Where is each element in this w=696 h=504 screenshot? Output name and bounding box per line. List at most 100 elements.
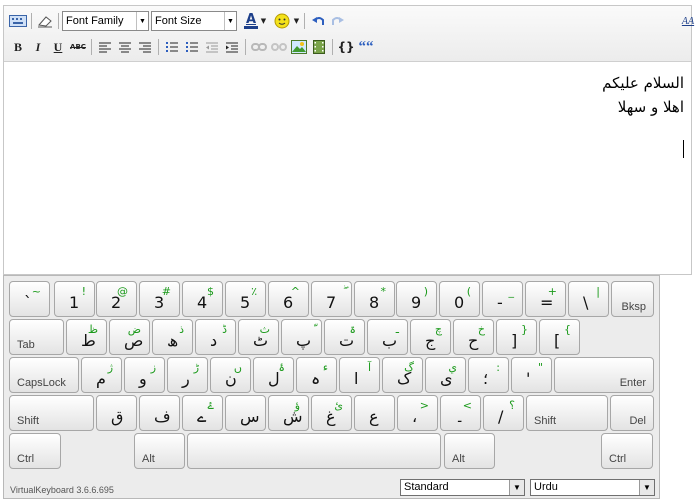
- key[interactable]: 3 #: [139, 281, 180, 317]
- key-shift[interactable]: Shift: [526, 395, 608, 431]
- film-icon[interactable]: [309, 37, 329, 57]
- key-shift-char: !: [81, 285, 86, 298]
- key[interactable]: / ؟: [483, 395, 524, 431]
- align-right-icon[interactable]: [135, 37, 155, 57]
- key[interactable]: ھذ: [152, 319, 193, 355]
- key[interactable]: - _: [482, 281, 523, 317]
- key-shift[interactable]: Shift: [9, 395, 94, 431]
- key[interactable]: لۂ: [253, 357, 294, 393]
- eraser-icon[interactable]: [35, 11, 55, 31]
- key[interactable]: ' ": [511, 357, 552, 393]
- key[interactable]: غئ: [311, 395, 352, 431]
- key-tab[interactable]: Tab: [9, 319, 64, 355]
- key[interactable]: کگ: [382, 357, 423, 393]
- key[interactable]: 5 ٪: [225, 281, 266, 317]
- align-center-icon[interactable]: [115, 37, 135, 57]
- key-enter[interactable]: Enter: [554, 357, 654, 393]
- key-del[interactable]: Del: [610, 395, 654, 431]
- key[interactable]: ٹث: [238, 319, 279, 355]
- key[interactable]: 7ۖ: [311, 281, 352, 317]
- font-family-select[interactable]: Font Family ▼: [62, 11, 149, 31]
- numbered-list-icon[interactable]: [182, 37, 202, 57]
- undo-icon[interactable]: [308, 11, 328, 31]
- key[interactable]: وز: [124, 357, 165, 393]
- bullet-list-icon[interactable]: [162, 37, 182, 57]
- layout-select[interactable]: Standard ▼: [400, 479, 525, 496]
- editor-content[interactable]: السلام عليكم اهلا و سهلا: [4, 63, 691, 274]
- key[interactable]: صض: [109, 319, 150, 355]
- key-capslock[interactable]: CapsLock: [9, 357, 79, 393]
- key[interactable]: 1!: [54, 281, 95, 317]
- image-icon[interactable]: [289, 37, 309, 57]
- italic-button[interactable]: I: [28, 37, 48, 57]
- key[interactable]: شؤ: [268, 395, 309, 431]
- key[interactable]: حخ: [453, 319, 494, 355]
- key[interactable]: [{: [539, 319, 580, 355]
- font-color-button[interactable]: A: [243, 11, 259, 31]
- font-scale-icon[interactable]: AA: [678, 11, 696, 31]
- key[interactable]: ع: [354, 395, 395, 431]
- key-space[interactable]: [187, 433, 441, 469]
- strikethrough-button[interactable]: ABC: [68, 37, 88, 57]
- key[interactable]: ؛:: [468, 357, 509, 393]
- key[interactable]: ےۓ: [182, 395, 223, 431]
- key[interactable]: اآ: [339, 357, 380, 393]
- key[interactable]: رڑ: [167, 357, 208, 393]
- key-main-char: ح: [468, 331, 479, 350]
- key[interactable]: ف: [139, 395, 180, 431]
- underline-button[interactable]: U: [48, 37, 68, 57]
- code-button[interactable]: {}: [336, 37, 356, 57]
- unlink-icon[interactable]: [269, 37, 289, 57]
- key[interactable]: طظ: [66, 319, 107, 355]
- key[interactable]: دڈ: [195, 319, 236, 355]
- key[interactable]: ق: [96, 395, 137, 431]
- bold-button[interactable]: B: [8, 37, 28, 57]
- key-bksp[interactable]: Bksp: [611, 281, 654, 317]
- key[interactable]: ، >: [397, 395, 438, 431]
- layout-select-value: Standard: [404, 481, 449, 493]
- language-select[interactable]: Urdu ▼: [530, 479, 655, 496]
- key[interactable]: مژ: [81, 357, 122, 393]
- key-label: CapsLock: [17, 377, 66, 389]
- key-shift-char: ؟: [509, 399, 515, 412]
- key[interactable]: ہء: [296, 357, 337, 393]
- smiley-icon[interactable]: [272, 11, 292, 31]
- key[interactable]: ۔ <: [440, 395, 481, 431]
- key[interactable]: ` ~: [9, 281, 50, 317]
- key[interactable]: بـ: [367, 319, 408, 355]
- font-size-select[interactable]: Font Size ▼: [151, 11, 237, 31]
- key-alt[interactable]: Alt: [134, 433, 185, 469]
- key[interactable]: 2 @: [96, 281, 137, 317]
- key-ctrl[interactable]: Ctrl: [9, 433, 61, 469]
- key[interactable]: \ |: [568, 281, 609, 317]
- key[interactable]: 4 $: [182, 281, 223, 317]
- key[interactable]: 8 *: [354, 281, 395, 317]
- key-shift-char: #: [161, 285, 171, 298]
- key[interactable]: پّ: [281, 319, 322, 355]
- key[interactable]: تۃ: [324, 319, 365, 355]
- indent-icon[interactable]: [222, 37, 242, 57]
- key[interactable]: س: [225, 395, 266, 431]
- key-alt[interactable]: Alt: [444, 433, 495, 469]
- keyboard-icon[interactable]: [8, 11, 28, 31]
- quote-button[interactable]: ““: [356, 37, 376, 57]
- key[interactable]: = +: [525, 281, 566, 317]
- chevron-down-icon[interactable]: ▼: [292, 11, 301, 31]
- key-ctrl[interactable]: Ctrl: [601, 433, 653, 469]
- key[interactable]: جچ: [410, 319, 451, 355]
- align-left-icon[interactable]: [95, 37, 115, 57]
- key[interactable]: نں: [210, 357, 251, 393]
- key[interactable]: 9): [396, 281, 437, 317]
- redo-icon[interactable]: [328, 11, 348, 31]
- key-shift-char: ۃ: [349, 323, 356, 336]
- outdent-icon[interactable]: [202, 37, 222, 57]
- key[interactable]: یي: [425, 357, 466, 393]
- chevron-down-icon[interactable]: ▼: [259, 11, 268, 31]
- key-shift-char: _: [508, 285, 515, 298]
- key-shift-char: ۓ: [207, 399, 214, 412]
- editor-toolbar: Font Family ▼ Font Size ▼ A ▼ ▼ AA B I U…: [4, 6, 694, 62]
- key[interactable]: 0(: [439, 281, 480, 317]
- key[interactable]: 6 ^: [268, 281, 309, 317]
- link-icon[interactable]: [249, 37, 269, 57]
- key[interactable]: ]}: [496, 319, 537, 355]
